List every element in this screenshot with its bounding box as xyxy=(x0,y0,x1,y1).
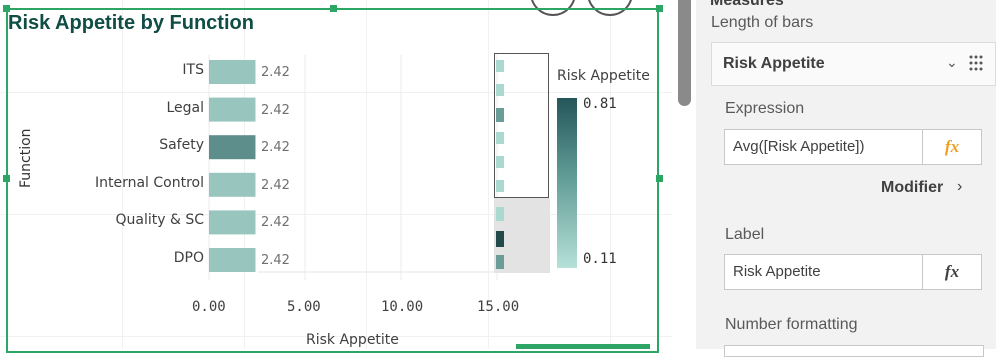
bar[interactable] xyxy=(209,135,256,160)
bar[interactable] xyxy=(209,172,256,197)
x-tick-label: 5.00 xyxy=(287,299,321,315)
bar-value-label: 2.42 xyxy=(261,65,290,80)
category-label: DPO xyxy=(173,250,204,266)
mini-bar xyxy=(496,207,504,221)
measures-header: Measures xyxy=(710,0,784,9)
label-field-label: Label xyxy=(725,226,765,243)
chevron-right-icon[interactable]: › xyxy=(957,178,962,196)
bar-series xyxy=(209,60,256,272)
bar-value-label: 2.42 xyxy=(261,177,290,193)
bar[interactable] xyxy=(209,210,256,235)
category-label: Internal Control xyxy=(94,174,204,191)
category-label: Safety xyxy=(159,137,204,154)
bar-value-label: 2.42 xyxy=(261,102,290,118)
fx-icon[interactable]: fx xyxy=(923,129,982,165)
category-label: Quality & SC xyxy=(115,212,204,229)
drag-grip-icon[interactable] xyxy=(968,54,984,72)
fx-icon[interactable]: fx xyxy=(923,254,982,290)
canvas-scrollbar-thumb[interactable] xyxy=(678,0,691,106)
label-input[interactable]: Risk Appetite xyxy=(724,254,923,290)
x-axis-title: Risk Appetite xyxy=(306,332,399,348)
modifier-button[interactable]: Modifier xyxy=(881,179,943,197)
x-grid xyxy=(208,55,498,280)
bar-value-label: 2.42 xyxy=(261,253,290,268)
chevron-down-icon[interactable]: ⌄ xyxy=(946,54,958,71)
y-axis-title: Function xyxy=(18,128,34,188)
number-formatting-label: Number formatting xyxy=(725,316,858,333)
bar[interactable] xyxy=(209,97,256,122)
bar[interactable] xyxy=(209,60,256,84)
legend-title: Risk Appetite xyxy=(557,68,650,84)
legend-min-label: 0.11 xyxy=(583,251,617,267)
category-label: ITS xyxy=(182,62,204,78)
measure-title[interactable]: Risk Appetite xyxy=(723,55,825,73)
bar[interactable] xyxy=(209,248,256,272)
x-tick-label: 15.00 xyxy=(477,299,520,315)
expression-input[interactable]: Avg([Risk Appetite]) xyxy=(724,129,923,165)
x-tick-label: 0.00 xyxy=(192,299,226,315)
x-tick-label: 10.00 xyxy=(381,299,424,315)
category-label: Legal xyxy=(166,99,204,116)
expression-label: Expression xyxy=(725,100,805,117)
measure-card-body xyxy=(711,86,996,349)
number-formatting-dropdown[interactable] xyxy=(724,345,984,357)
bar-value-label: 2.42 xyxy=(261,140,290,156)
length-of-bars-label: Length of bars xyxy=(711,14,814,31)
legend-color-scale xyxy=(557,98,577,268)
mini-bar xyxy=(496,231,504,247)
legend-max-label: 0.81 xyxy=(583,96,617,112)
selection-toolbar-strip[interactable] xyxy=(516,344,650,349)
mini-chart-viewport[interactable] xyxy=(494,53,549,198)
mini-bar xyxy=(496,255,504,269)
bar-value-label: 2.42 xyxy=(261,215,290,231)
